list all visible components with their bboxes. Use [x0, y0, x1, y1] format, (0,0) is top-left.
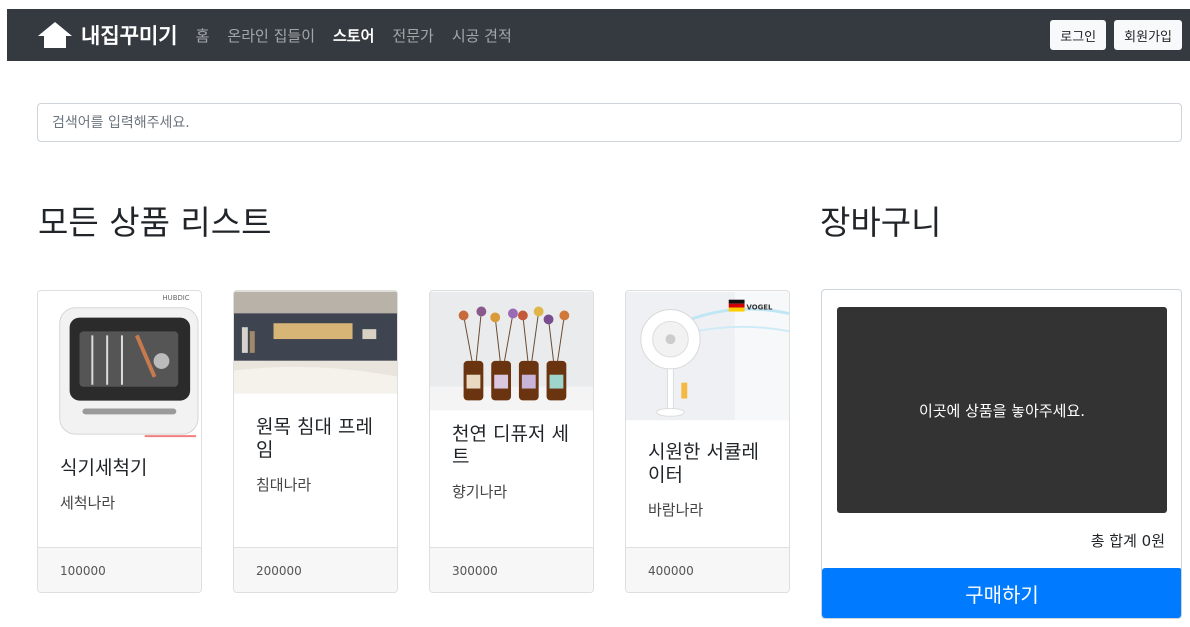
product-price: 400000 [626, 547, 789, 592]
product-seller: 세척나라 [60, 494, 116, 512]
product-card-bed-frame[interactable]: 원목 침대 프레임 침대나라 200000 [233, 290, 398, 593]
signup-button[interactable]: 회원가입 [1114, 20, 1182, 50]
cart-heading: 장바구니 [820, 203, 942, 242]
search-input[interactable] [37, 103, 1182, 142]
brand-logo: HUBDIC [162, 294, 189, 302]
brand-name: 내집꾸미기 [81, 24, 178, 48]
product-card-dishwasher[interactable]: HUBDIC 식기세척기 세척나라 100000 [37, 290, 202, 593]
product-seller: 침대나라 [256, 476, 312, 494]
product-price: 300000 [430, 547, 593, 592]
brand[interactable]: 내집꾸미기 [37, 20, 178, 50]
product-card-circulator[interactable]: VOGEL 시원한 서큘레이터 바람나라 400000 [625, 290, 790, 593]
product-card-diffuser[interactable]: 천연 디퓨저 세트 향기나라 300000 [429, 290, 594, 593]
nav-link-store[interactable]: 스토어 [333, 25, 374, 46]
cart-total: 총 합계 0원 [1090, 532, 1165, 550]
nav-link-experts[interactable]: 전문가 [392, 25, 433, 46]
navbar: 내집꾸미기 홈 온라인 집들이 스토어 전문가 시공 견적 로그인 회원가입 [7, 9, 1190, 61]
bed-frame-image [234, 291, 397, 394]
product-title: 식기세척기 [60, 457, 148, 479]
product-title: 원목 침대 프레임 [256, 416, 373, 461]
nav-link-home[interactable]: 홈 [196, 25, 210, 46]
cart-dropzone[interactable]: 이곳에 상품을 놓아주세요. [837, 307, 1167, 513]
nav-link-online-housewarming[interactable]: 온라인 집들이 [227, 25, 315, 46]
product-title: 시원한 서큘레이터 [648, 441, 759, 486]
product-seller: 바람나라 [648, 501, 704, 519]
nav-link-estimate[interactable]: 시공 견적 [452, 25, 512, 46]
login-button[interactable]: 로그인 [1050, 20, 1107, 50]
dropzone-text: 이곳에 상품을 놓아주세요. [918, 401, 1086, 420]
product-seller: 향기나라 [452, 483, 508, 501]
home-icon [38, 22, 72, 48]
circulator-image: VOGEL [626, 291, 789, 421]
product-price: 200000 [234, 547, 397, 592]
buy-button[interactable]: 구매하기 [822, 568, 1181, 618]
product-title: 천연 디퓨저 세트 [452, 423, 569, 468]
dishwasher-image: HUBDIC [38, 291, 201, 439]
diffuser-image [430, 291, 593, 411]
nav-links: 홈 온라인 집들이 스토어 전문가 시공 견적 [196, 25, 530, 46]
cart-panel: 이곳에 상품을 놓아주세요. 총 합계 0원 구매하기 [821, 289, 1182, 619]
products-heading: 모든 상품 리스트 [38, 203, 272, 242]
brand-logo: VOGEL [747, 304, 773, 312]
product-price: 100000 [38, 547, 201, 592]
